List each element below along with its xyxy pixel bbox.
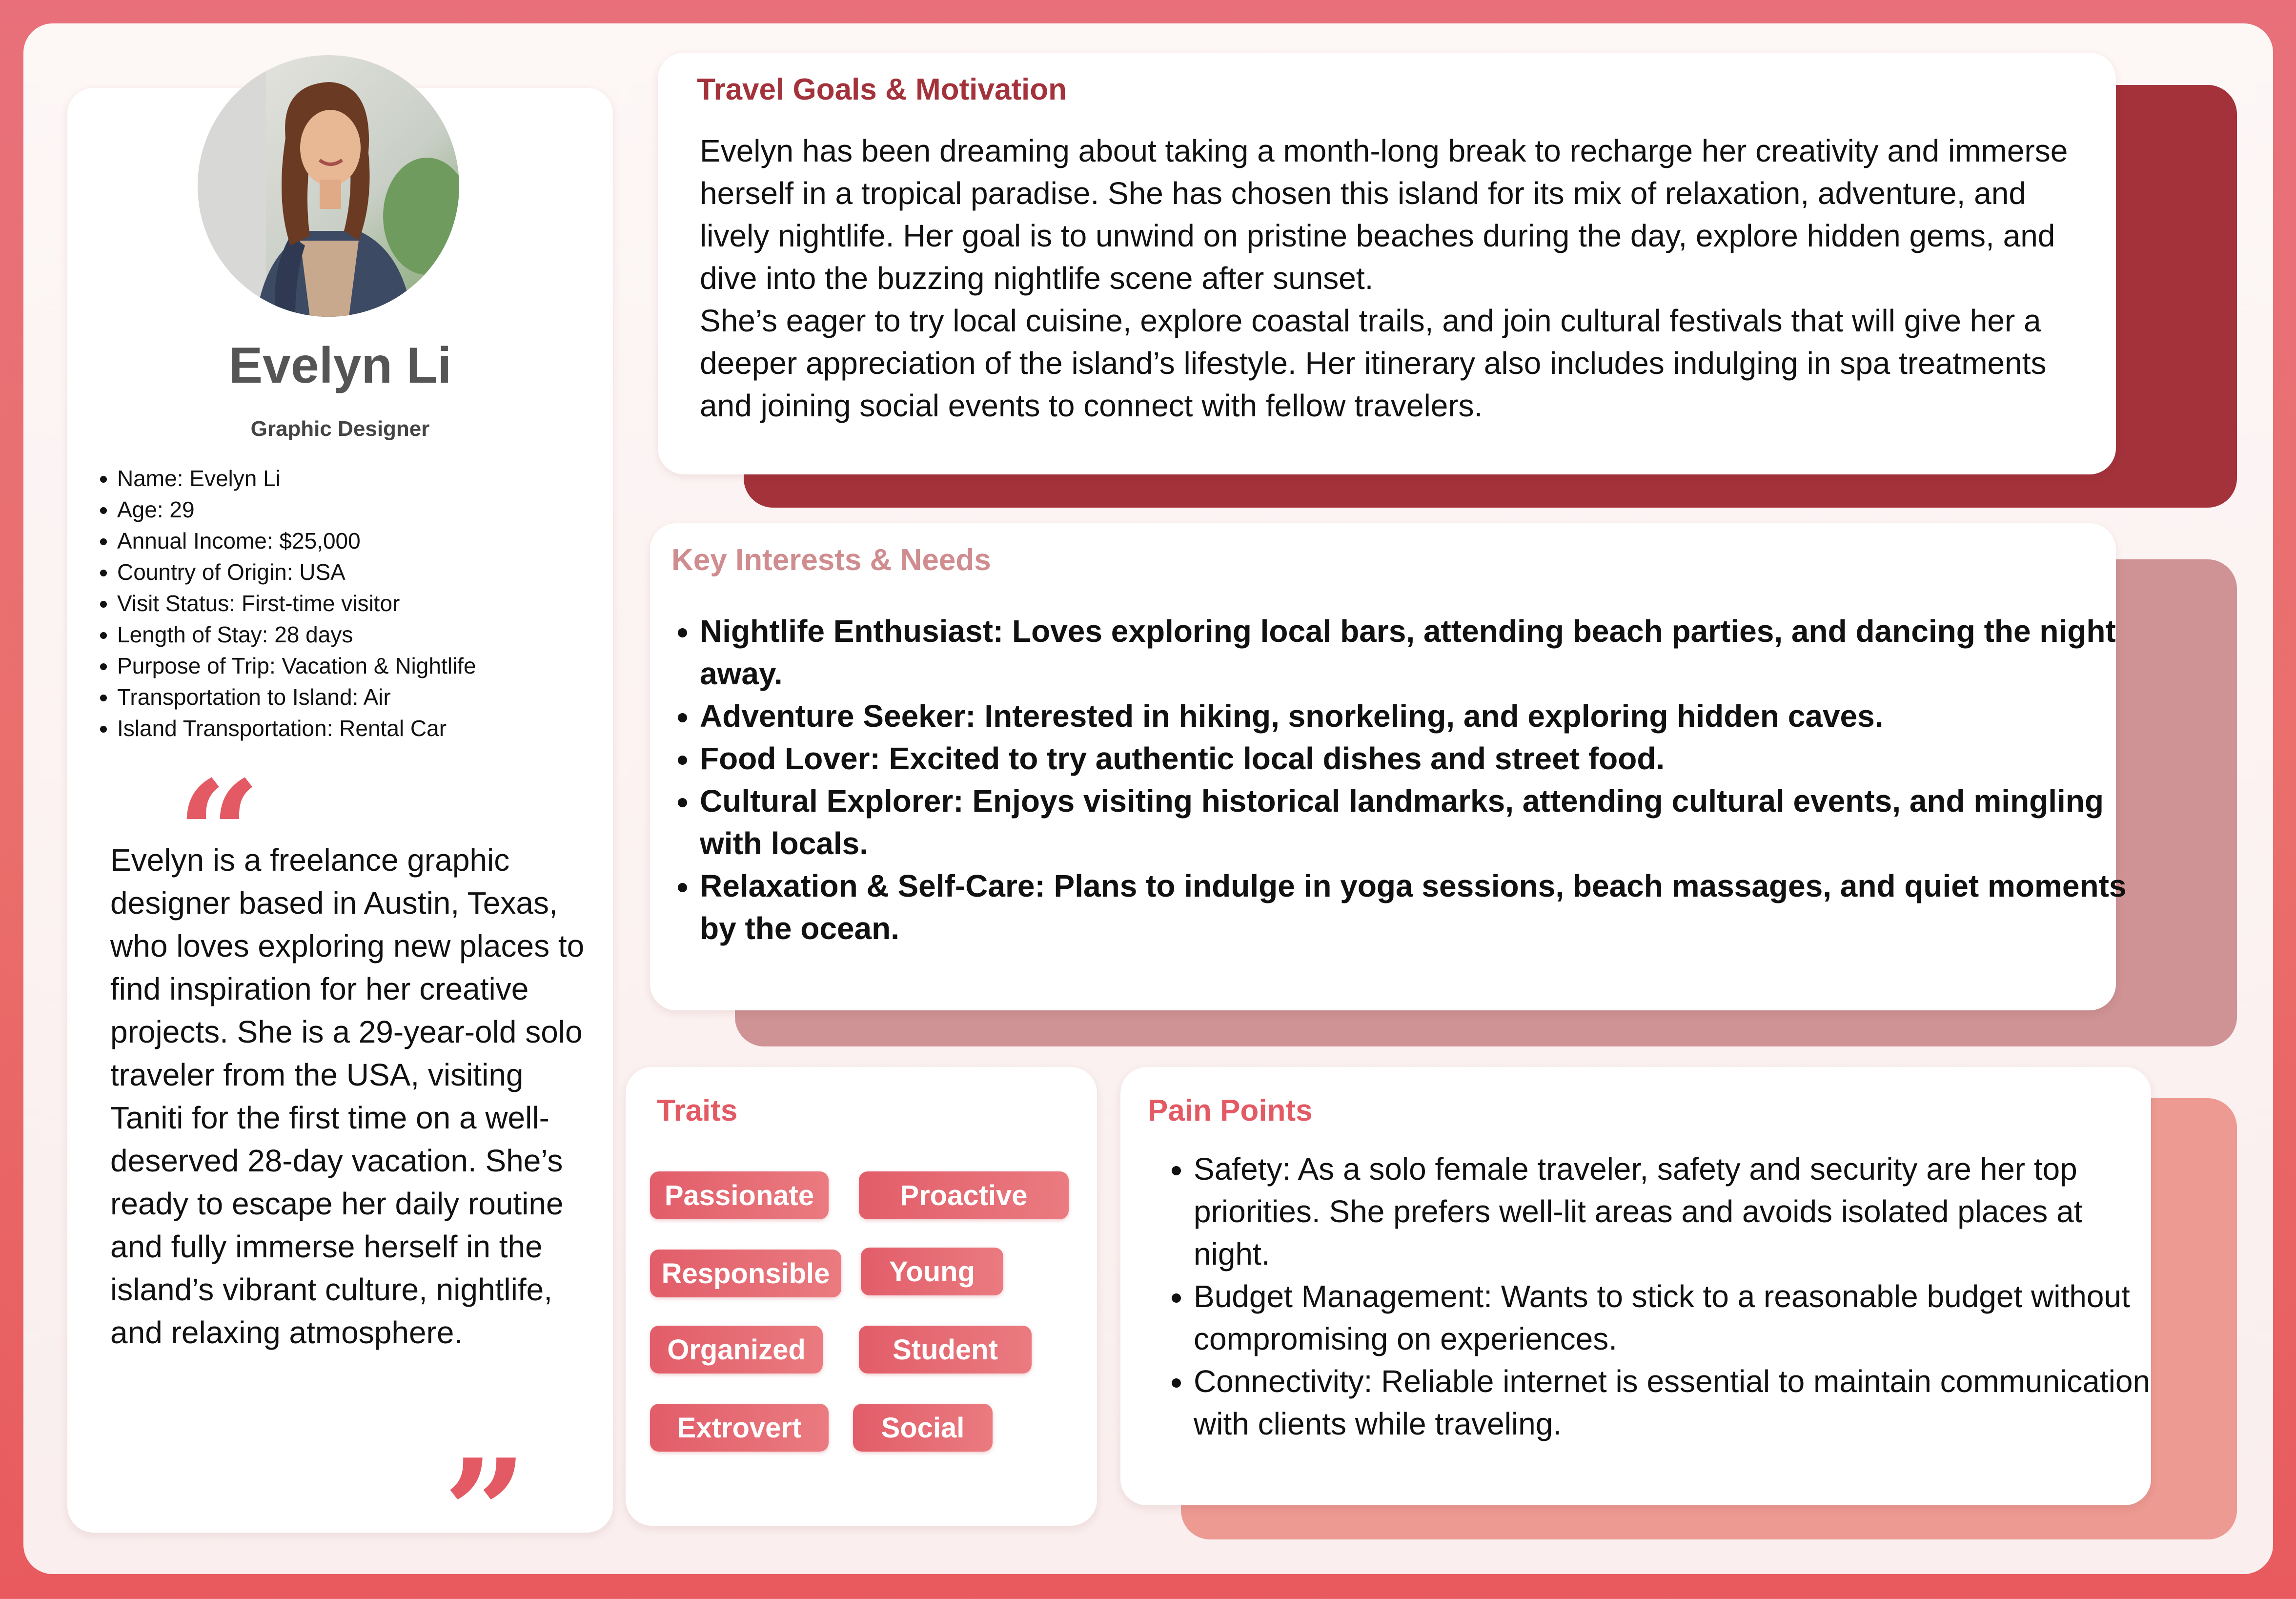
fact-item: Name: Evelyn Li	[117, 463, 625, 494]
interest-item: Nightlife Enthusiast: Loves exploring lo…	[700, 610, 2134, 695]
fact-item: Annual Income: $25,000	[117, 525, 625, 556]
goals-title: Travel Goals & Motivation	[697, 73, 1067, 106]
trait-tag: Organized	[650, 1326, 823, 1374]
interest-item: Cultural Explorer: Enjoys visiting histo…	[700, 780, 2134, 865]
persona-bio: Evelyn is a freelance graphic designer b…	[110, 842, 585, 1350]
traits-title: Traits	[657, 1094, 738, 1128]
fact-item: Island Transportation: Rental Car	[117, 713, 625, 744]
avatar	[198, 55, 459, 317]
fact-item: Visit Status: First-time visitor	[117, 588, 625, 619]
pain-point-item: Connectivity: Reliable internet is essen…	[1194, 1360, 2165, 1445]
persona-facts-list: Name: Evelyn Li Age: 29 Annual Income: $…	[98, 463, 625, 744]
pain-points-title: Pain Points	[1148, 1094, 1313, 1128]
avatar-photo	[198, 55, 459, 317]
fact-item: Age: 29	[117, 494, 625, 525]
interests-title: Key Interests & Needs	[671, 543, 991, 577]
trait-tag: Responsible	[650, 1250, 841, 1297]
goals-paragraph-2: She’s eager to try local cuisine, explor…	[700, 303, 2047, 423]
fact-item: Country of Origin: USA	[117, 556, 625, 588]
trait-tag: Extrovert	[650, 1404, 829, 1452]
trait-tag: Social	[853, 1404, 993, 1452]
fact-item: Purpose of Trip: Vacation & Nightlife	[117, 650, 625, 681]
goals-paragraph-1: Evelyn has been dreaming about taking a …	[700, 133, 2068, 296]
pain-point-item: Safety: As a solo female traveler, safet…	[1194, 1148, 2165, 1275]
trait-tag: Student	[859, 1326, 1032, 1374]
interest-item: Adventure Seeker: Interested in hiking, …	[700, 695, 2134, 738]
interest-item: Food Lover: Excited to try authentic loc…	[700, 738, 2134, 780]
trait-tag: Young	[861, 1248, 1003, 1295]
persona-name: Evelyn Li	[228, 337, 452, 394]
persona-role: Graphic Designer	[250, 417, 430, 441]
fact-item: Length of Stay: 28 days	[117, 619, 625, 650]
interest-item: Relaxation & Self-Care: Plans to indulge…	[700, 865, 2134, 950]
pain-points-list: Safety: As a solo female traveler, safet…	[1164, 1148, 2165, 1445]
fact-item: Transportation to Island: Air	[117, 681, 625, 713]
close-quote-icon: ”	[443, 1427, 528, 1599]
pain-point-item: Budget Management: Wants to stick to a r…	[1194, 1275, 2165, 1360]
interests-list: Nightlife Enthusiast: Loves exploring lo…	[671, 610, 2134, 950]
trait-tag: Passionate	[650, 1171, 829, 1219]
trait-tag: Proactive	[859, 1171, 1069, 1219]
